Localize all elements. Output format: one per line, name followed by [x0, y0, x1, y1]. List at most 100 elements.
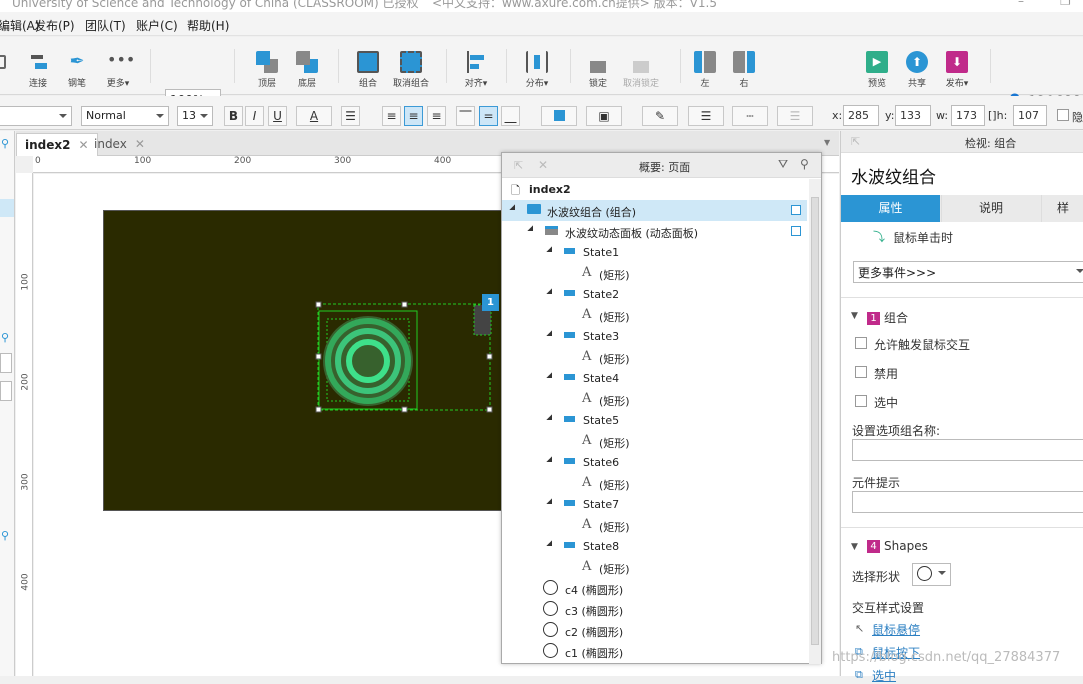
arrow-style-button[interactable]: ☰ — [777, 106, 813, 126]
dock-icon[interactable]: ⇱ — [851, 135, 860, 148]
search-icon[interactable]: ⚲ — [800, 157, 809, 171]
search-icon[interactable]: ⚲ — [1, 331, 9, 344]
hidden-checkbox[interactable] — [1057, 109, 1069, 121]
disabled-checkbox[interactable] — [855, 366, 867, 378]
send-back-button[interactable]: 底层 — [294, 47, 320, 91]
expand-icon[interactable] — [546, 372, 558, 384]
line-color-button[interactable]: ✎ — [642, 106, 678, 126]
expand-icon[interactable] — [509, 204, 521, 216]
dock-icon[interactable]: ⇱ — [514, 159, 523, 172]
font-color-button[interactable]: A — [296, 106, 332, 126]
outline-row-state[interactable]: State5 — [502, 410, 807, 431]
resize-handle[interactable] — [401, 406, 408, 413]
tab-index[interactable]: index ✕ — [86, 133, 153, 156]
menu-publish[interactable]: 发布(P) — [34, 17, 75, 34]
align-button[interactable]: 对齐▾ — [460, 47, 492, 91]
more-events-select[interactable]: 更多事件>>> — [853, 261, 1083, 283]
outline-row-group[interactable]: 水波纹组合 (组合) — [502, 200, 807, 221]
valign-middle-button[interactable]: = — [479, 106, 498, 126]
allow-mouse-checkbox[interactable] — [855, 337, 867, 349]
pen-button[interactable]: ✒ 钢笔 — [65, 47, 89, 91]
outline-row-ellipse[interactable]: c1 (椭圆形) — [502, 641, 807, 662]
unlock-button[interactable]: 取消锁定 — [620, 47, 662, 91]
distribute-button[interactable]: 分布▾ — [521, 47, 553, 91]
menu-team[interactable]: 团队(T) — [85, 17, 126, 34]
more-button[interactable]: ••• 更多▾ — [103, 47, 136, 91]
align-left-button[interactable]: ≡ — [382, 106, 401, 126]
preview-button[interactable]: ▶ 预览 — [865, 47, 889, 91]
scrollbar-thumb[interactable] — [811, 197, 819, 645]
tab-notes[interactable]: 说明 — [941, 195, 1040, 222]
resize-handle[interactable] — [486, 353, 493, 360]
line-width-button[interactable]: ☰ — [688, 106, 724, 126]
library-filter-input[interactable] — [0, 381, 12, 401]
resize-handle[interactable] — [401, 301, 408, 308]
outline-row-rect[interactable]: A (矩形) — [502, 389, 807, 410]
lock-button[interactable]: 锁定 — [586, 47, 610, 91]
outline-row-rect[interactable]: A (矩形) — [502, 557, 807, 578]
connect-button[interactable]: 连接 — [26, 47, 50, 91]
search-icon[interactable]: ⚲ — [1, 137, 9, 150]
align-right-button[interactable]: ≡ — [427, 106, 446, 126]
x-input[interactable]: 285 — [843, 105, 879, 126]
menu-help[interactable]: 帮助(H) — [187, 17, 229, 34]
left-panel-toggle[interactable]: 左 — [694, 47, 716, 91]
outline-row-rect[interactable]: A (矩形) — [502, 473, 807, 494]
expand-icon[interactable] — [546, 456, 558, 468]
search-icon[interactable]: ⚲ — [1, 529, 9, 542]
shape-select[interactable] — [912, 563, 951, 586]
publish-button[interactable]: ⬇ 发布▾ — [943, 47, 971, 91]
minimize-icon[interactable]: – — [1018, 0, 1032, 8]
valign-top-button[interactable]: ⎺ — [456, 106, 475, 126]
font-size-select[interactable]: 13 — [177, 106, 213, 126]
align-center-button[interactable]: ≡ — [404, 106, 423, 126]
chevron-down-icon[interactable]: ▼ — [824, 138, 830, 147]
bullet-list-button[interactable]: ☰ — [341, 106, 360, 126]
y-input[interactable]: 133 — [895, 105, 931, 126]
bold-button[interactable]: B — [224, 106, 243, 126]
valign-bottom-button[interactable]: ⎽ — [501, 106, 520, 126]
tab-properties[interactable]: 属性 — [841, 195, 940, 222]
expand-icon[interactable] — [546, 540, 558, 552]
ripple-group[interactable] — [310, 295, 505, 420]
outline-row-rect[interactable]: A (矩形) — [502, 431, 807, 452]
right-panel-toggle[interactable]: 右 — [733, 47, 755, 91]
expand-icon[interactable] — [546, 330, 558, 342]
menu-account[interactable]: 账户(C) — [136, 17, 178, 34]
outline-row-rect[interactable]: A (矩形) — [502, 347, 807, 368]
outline-row-rect[interactable]: A (矩形) — [502, 515, 807, 536]
shapes-section-title[interactable]: 4 Shapes — [867, 539, 928, 553]
close-icon[interactable]: ✕ — [135, 137, 145, 151]
chevron-down-icon[interactable]: ▼ — [851, 311, 858, 321]
fill-color-button[interactable] — [541, 106, 577, 126]
interaction-badge[interactable]: 1 — [482, 294, 499, 311]
tab-style[interactable]: 样 — [1041, 195, 1083, 222]
page-list-selection[interactable] — [0, 199, 14, 217]
outline-row-state[interactable]: State8 — [502, 536, 807, 557]
italic-button[interactable]: I — [245, 106, 264, 126]
selected-checkbox[interactable] — [855, 395, 867, 407]
expand-icon[interactable] — [546, 498, 558, 510]
outline-scrollbar[interactable] — [809, 179, 821, 664]
library-select[interactable] — [0, 353, 12, 373]
expand-icon[interactable] — [546, 246, 558, 258]
outline-row-ellipse[interactable]: c4 (椭圆形) — [502, 578, 807, 599]
mouse-hover-link[interactable]: 鼠标悬停 — [872, 621, 920, 638]
visibility-toggle[interactable] — [791, 205, 801, 215]
tooltip-input[interactable] — [852, 491, 1083, 513]
resize-handle[interactable] — [315, 301, 322, 308]
underline-button[interactable]: U — [268, 106, 287, 126]
chevron-down-icon[interactable]: ▼ — [851, 542, 858, 552]
shadow-button[interactable]: ▣ — [586, 106, 622, 126]
font-family-select[interactable] — [0, 106, 72, 126]
option-group-input[interactable] — [852, 439, 1083, 461]
outline-row-rect[interactable]: A (矩形) — [502, 263, 807, 284]
outline-row-ellipse[interactable]: c2 (椭圆形) — [502, 620, 807, 641]
style-select[interactable]: Normal — [81, 106, 169, 126]
outline-page-row[interactable]: 🗋 index2 — [502, 179, 807, 200]
w-input[interactable]: 173 — [951, 105, 985, 126]
expand-icon[interactable] — [527, 225, 539, 237]
group-button[interactable]: 组合 — [355, 47, 381, 91]
close-icon[interactable]: ✕ — [538, 158, 548, 172]
resize-handle[interactable] — [486, 406, 493, 413]
